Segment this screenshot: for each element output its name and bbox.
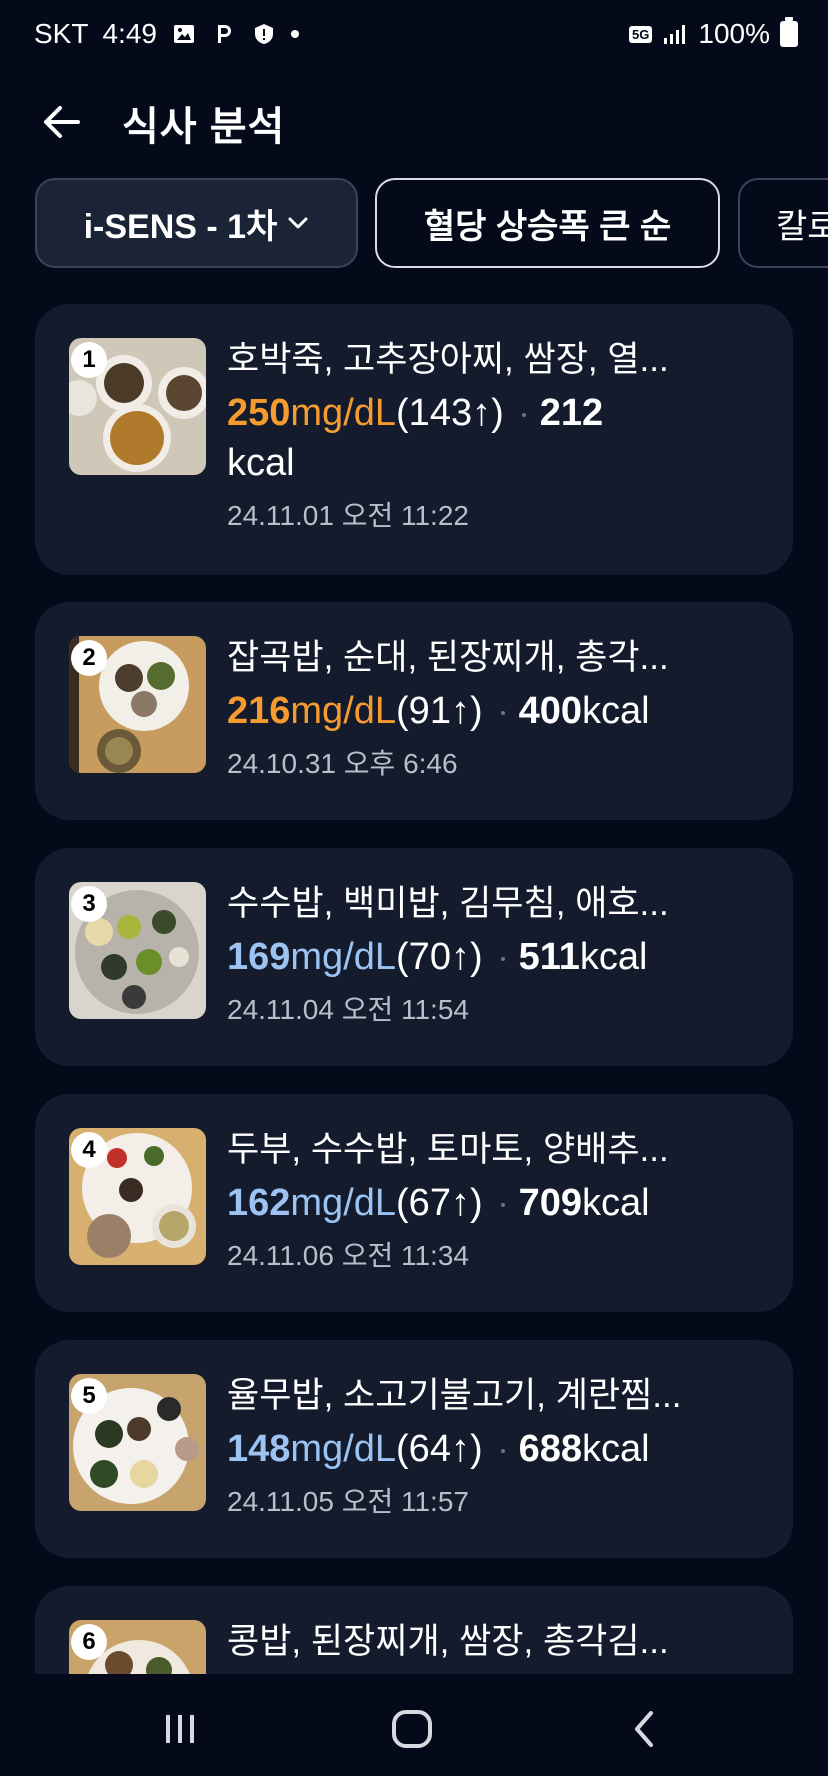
rank-badge: 3	[71, 886, 107, 922]
meal-card[interactable]: 5 율무밥, 소고기불고기, 계란찜... 148mg/dL(64↑) 688kc…	[35, 1340, 793, 1558]
battery-icon	[780, 17, 798, 47]
separator-dot	[500, 956, 505, 961]
glucose-rise: (67↑)	[396, 1182, 483, 1224]
separator-dot	[500, 1202, 505, 1207]
kcal-unit: kcal	[582, 1182, 650, 1224]
kcal-value: 212	[539, 392, 604, 434]
kcal-value: 511	[518, 936, 580, 978]
rank-badge: 4	[71, 1132, 107, 1168]
dot-icon	[290, 30, 299, 38]
glucose-unit: mg/dL	[290, 1182, 397, 1224]
home-icon	[392, 1710, 432, 1748]
status-left: SKT 4:49	[34, 18, 299, 50]
meal-info: 잡곡밥, 순대, 된장찌개, 총각... 216mg/dL(91↑) 400kca…	[227, 636, 767, 782]
kcal-value: 709	[518, 1182, 583, 1224]
calorie-sort-label: 칼로	[776, 207, 828, 246]
recent-apps-icon	[166, 1715, 194, 1743]
glucose-value: 162	[227, 1182, 291, 1224]
separator-dot	[500, 1448, 505, 1453]
shield-icon	[251, 21, 277, 47]
status-bar: SKT 4:49 5G 100%	[0, 0, 828, 72]
kcal-unit: kcal	[582, 1428, 650, 1470]
meal-foods: 호박죽, 고추장아찌, 쌈장, 열...	[227, 340, 669, 379]
meal-date: 24.11.04 오전 11:54	[227, 994, 469, 1025]
meal-foods: 두부, 수수밥, 토마토, 양배추...	[227, 1130, 669, 1169]
filter-chips: i-SENS - 1차 혈당 상승폭 큰 순 칼로	[0, 178, 828, 270]
glucose-value: 148	[227, 1428, 291, 1470]
kcal-unit: kcal	[227, 442, 295, 484]
image-icon	[171, 21, 197, 47]
meal-date: 24.10.31 오후 6:46	[227, 748, 458, 779]
glucose-unit: mg/dL	[290, 1428, 397, 1470]
glucose-value: 216	[227, 690, 291, 732]
separator-dot	[500, 710, 505, 715]
meal-date: 24.11.01 오전 11:22	[227, 500, 469, 531]
rank-badge: 6	[71, 1624, 107, 1660]
p-icon	[211, 21, 237, 47]
meal-foods: 수수밥, 백미밥, 김무침, 애호...	[227, 884, 669, 923]
kcal-value: 688	[518, 1428, 583, 1470]
system-nav-bar	[0, 1676, 828, 1776]
glucose-value: 250	[227, 392, 291, 434]
meal-metrics: 169mg/dL(70↑) 511kcal	[227, 932, 767, 982]
meal-date: 24.11.05 오전 11:57	[227, 1486, 469, 1517]
battery-label: 100%	[698, 18, 770, 49]
kcal-unit: kcal	[582, 690, 650, 732]
page-title: 식사 분석	[122, 105, 286, 149]
device-label: i-SENS - 1차	[83, 207, 278, 246]
meal-metrics: 250mg/dL(143↑) 212 kcal	[227, 388, 767, 488]
device-dropdown[interactable]: i-SENS - 1차	[35, 178, 358, 268]
glucose-rise: (70↑)	[396, 936, 483, 978]
meal-card[interactable]: 1 호박죽, 고추장아찌, 쌈장, 열... 250mg/dL(143↑) 212…	[35, 304, 793, 575]
back-button[interactable]	[36, 96, 88, 148]
meal-card[interactable]: 3 수수밥, 백미밥, 김무침, 애호... 169mg/dL(70↑) 511k…	[35, 848, 793, 1066]
rank-badge: 1	[71, 342, 107, 378]
meal-foods: 잡곡밥, 순대, 된장찌개, 총각...	[227, 638, 669, 677]
rank-badge: 5	[71, 1378, 107, 1414]
meal-card[interactable]: 2 잡곡밥, 순대, 된장찌개, 총각... 216mg/dL(91↑) 400k…	[35, 602, 793, 820]
glucose-unit: mg/dL	[290, 936, 397, 978]
separator-dot	[521, 412, 526, 417]
recent-apps-button[interactable]	[150, 1704, 210, 1754]
back-nav-button[interactable]	[614, 1704, 674, 1754]
chevron-down-icon	[288, 217, 308, 229]
glucose-rise: (143↑)	[396, 392, 504, 434]
meal-foods: 콩밥, 된장찌개, 쌈장, 총각김...	[227, 1622, 669, 1661]
meal-list: 1 호박죽, 고추장아찌, 쌈장, 열... 250mg/dL(143↑) 212…	[35, 304, 793, 1674]
sort-chip[interactable]: 혈당 상승폭 큰 순	[375, 178, 720, 268]
carrier-label: SKT	[34, 18, 89, 49]
time-label: 4:49	[102, 18, 157, 49]
meal-date: 24.11.06 오전 11:34	[227, 1240, 469, 1271]
glucose-unit: mg/dL	[290, 690, 397, 732]
signal-icon	[662, 21, 688, 47]
meal-metrics: 162mg/dL(67↑) 709kcal	[227, 1178, 767, 1228]
meal-metrics: 216mg/dL(91↑) 400kcal	[227, 686, 767, 736]
meal-info: 두부, 수수밥, 토마토, 양배추... 162mg/dL(67↑) 709kca…	[227, 1128, 767, 1274]
glucose-value: 169	[227, 936, 291, 978]
glucose-rise: (64↑)	[396, 1428, 483, 1470]
back-nav-icon	[635, 1711, 653, 1747]
kcal-unit: kcal	[579, 936, 648, 978]
meal-foods: 율무밥, 소고기불고기, 계란찜...	[227, 1376, 682, 1415]
sort-label: 혈당 상승폭 큰 순	[423, 207, 672, 246]
meal-card[interactable]: 4 두부, 수수밥, 토마토, 양배추... 162mg/dL(67↑) 709k…	[35, 1094, 793, 1312]
home-button[interactable]	[382, 1704, 442, 1754]
meal-card[interactable]: 6 콩밥, 된장찌개, 쌈장, 총각김...	[35, 1586, 793, 1674]
rank-badge: 2	[71, 640, 107, 676]
status-right: 5G 100%	[629, 17, 798, 50]
meal-info: 콩밥, 된장찌개, 쌈장, 총각김...	[227, 1620, 767, 1664]
meal-info: 호박죽, 고추장아찌, 쌈장, 열... 250mg/dL(143↑) 212 k…	[227, 338, 767, 534]
meal-info: 율무밥, 소고기불고기, 계란찜... 148mg/dL(64↑) 688kcal…	[227, 1374, 767, 1520]
app-header: 식사 분석	[0, 82, 828, 162]
glucose-rise: (91↑)	[396, 690, 483, 732]
kcal-value: 400	[518, 690, 583, 732]
meal-metrics: 148mg/dL(64↑) 688kcal	[227, 1424, 767, 1474]
calorie-sort-chip[interactable]: 칼로	[738, 178, 828, 268]
network-badge: 5G	[629, 25, 653, 43]
meal-info: 수수밥, 백미밥, 김무침, 애호... 169mg/dL(70↑) 511kca…	[227, 882, 767, 1028]
glucose-unit: mg/dL	[290, 392, 397, 434]
arrow-left-icon	[44, 106, 80, 138]
